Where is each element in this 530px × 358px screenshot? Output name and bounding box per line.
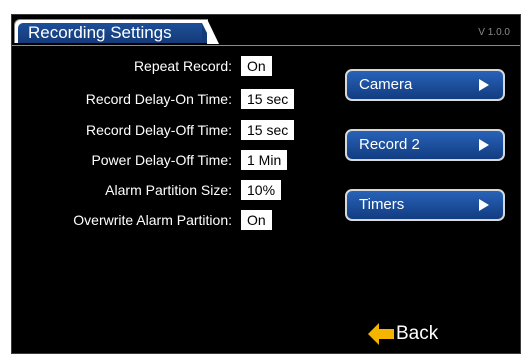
page-title: Recording Settings xyxy=(18,23,212,43)
setting-label: Overwrite Alarm Partition: xyxy=(73,212,232,228)
setting-row-power-delay-off: Power Delay-Off Time: 1 Min xyxy=(12,149,312,171)
record-delay-on-value[interactable]: 15 sec xyxy=(241,89,295,109)
recording-settings-screen: Recording Settings V 1.0.0 Repeat Record… xyxy=(11,14,521,354)
setting-row-record-delay-on: Record Delay-On Time: 15 sec xyxy=(12,88,312,110)
setting-row-alarm-partition-size: Alarm Partition Size: 10% xyxy=(12,179,312,201)
play-arrow-icon xyxy=(479,199,489,211)
record-2-button[interactable]: Record 2 xyxy=(345,129,505,161)
alarm-partition-size-value[interactable]: 10% xyxy=(241,180,282,200)
repeat-record-value[interactable]: On xyxy=(241,56,272,76)
setting-label: Alarm Partition Size: xyxy=(105,182,232,198)
power-delay-off-value[interactable]: 1 Min xyxy=(241,150,288,170)
play-arrow-icon xyxy=(479,139,489,151)
play-arrow-icon xyxy=(479,79,489,91)
setting-label: Record Delay-Off Time: xyxy=(85,122,232,138)
record-delay-off-value[interactable]: 15 sec xyxy=(241,120,295,140)
back-label: Back xyxy=(396,323,439,344)
setting-label: Power Delay-Off Time: xyxy=(91,152,232,168)
setting-row-repeat-record: Repeat Record: On xyxy=(12,55,312,77)
timers-button-label: Timers xyxy=(359,196,405,213)
setting-label: Record Delay-On Time: xyxy=(85,91,232,107)
setting-label: Repeat Record: xyxy=(133,58,232,74)
camera-button-label: Camera xyxy=(359,76,413,93)
back-button[interactable]: Back xyxy=(368,321,468,347)
overwrite-alarm-partition-value[interactable]: On xyxy=(241,210,272,230)
setting-row-record-delay-off: Record Delay-Off Time: 15 sec xyxy=(12,119,312,141)
camera-button[interactable]: Camera xyxy=(345,69,505,101)
header-bar: Recording Settings V 1.0.0 xyxy=(12,15,520,46)
title-tab: Recording Settings xyxy=(14,19,219,44)
record-2-button-label: Record 2 xyxy=(359,136,420,153)
back-arrow-icon xyxy=(368,323,394,345)
setting-row-overwrite-alarm-partition: Overwrite Alarm Partition: On xyxy=(12,209,312,231)
timers-button[interactable]: Timers xyxy=(345,189,505,221)
version-label: V 1.0.0 xyxy=(478,27,510,38)
